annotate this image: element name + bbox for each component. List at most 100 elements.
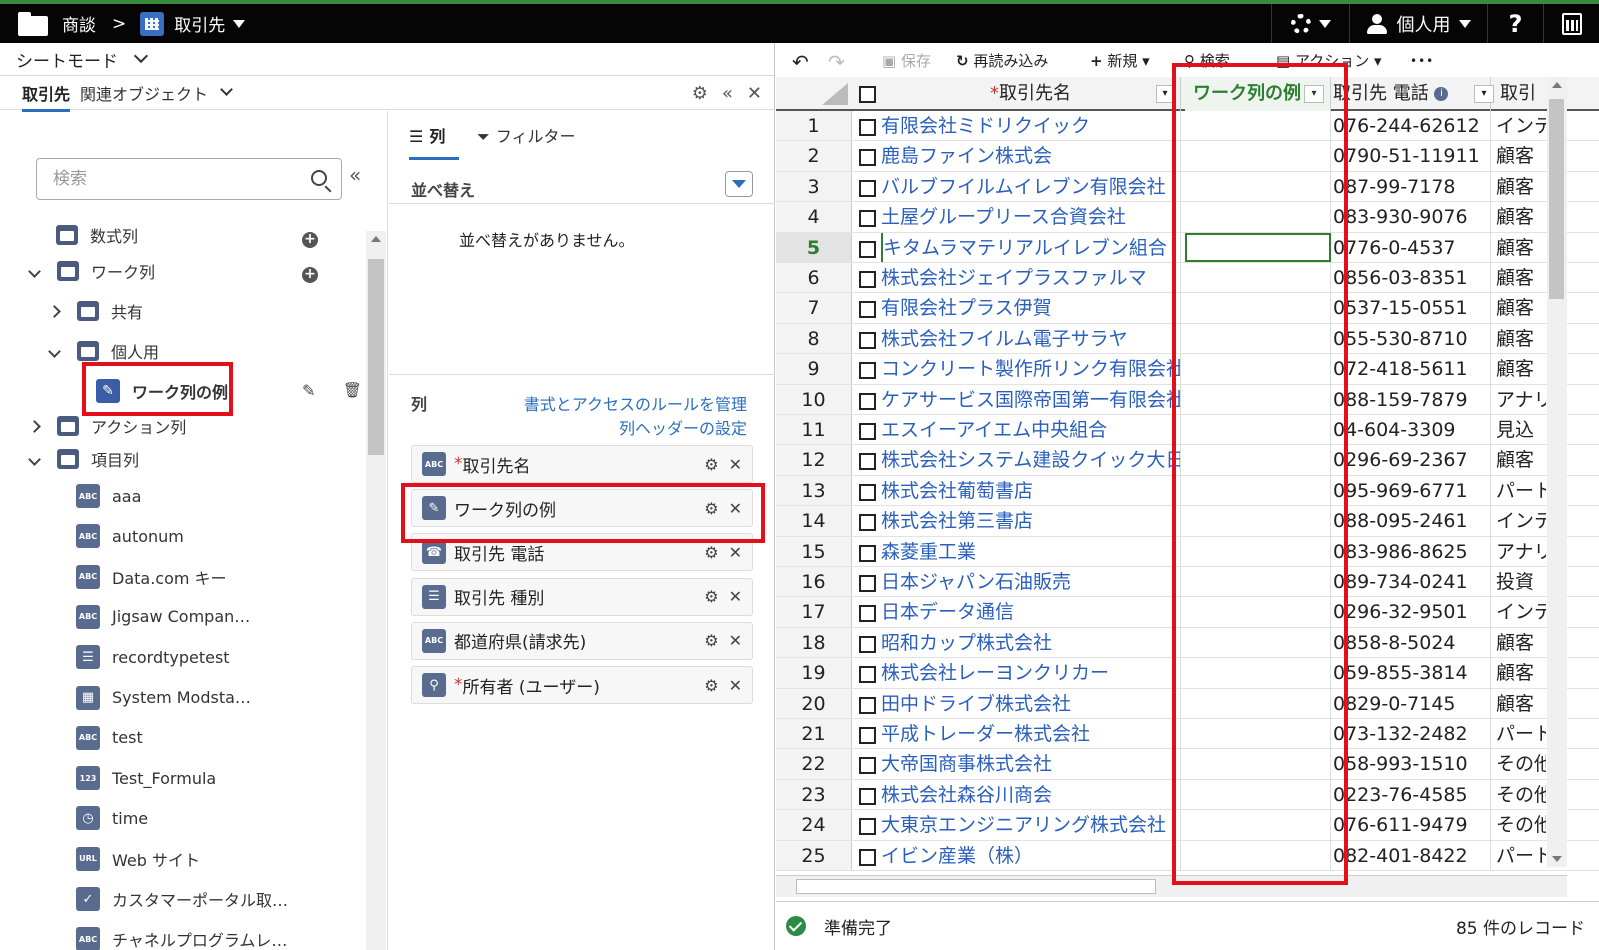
row-checkbox[interactable] — [859, 635, 876, 653]
type-cell[interactable]: 見込 — [1496, 415, 1546, 444]
phone-cell[interactable]: 083-930-9076 — [1333, 202, 1491, 232]
phone-cell[interactable]: 0296-69-2367 — [1333, 445, 1491, 475]
account-name-cell[interactable]: ケアサービス国際帝国第一有限会社 — [881, 384, 1181, 414]
tree-item-work-columns[interactable]: ワーク列 — [28, 256, 155, 286]
account-name-cell[interactable]: 株式会社レーヨンクリカー — [881, 658, 1181, 688]
row-checkbox[interactable] — [859, 696, 876, 714]
row-number[interactable]: 11 — [776, 415, 852, 445]
scroll-thumb[interactable] — [796, 879, 1156, 894]
row-checkbox[interactable] — [859, 727, 876, 744]
undo-icon[interactable]: ↶ — [792, 50, 809, 74]
account-name-cell[interactable]: 昭和カップ株式会社 — [881, 627, 1181, 658]
account-name-cell[interactable]: イビン産業（株） — [881, 840, 1181, 870]
row-checkbox[interactable] — [859, 544, 876, 562]
type-cell[interactable]: 顧客 — [1496, 658, 1546, 687]
row-checkbox[interactable] — [859, 453, 876, 471]
phone-cell[interactable]: 0776-0-4537 — [1333, 232, 1491, 262]
row-checkbox[interactable] — [859, 301, 876, 319]
phone-cell[interactable]: 076-244-62612 — [1333, 111, 1491, 141]
row-checkbox[interactable] — [859, 331, 876, 349]
phone-cell[interactable]: 073-132-2482 — [1333, 719, 1491, 749]
account-name-cell[interactable]: 田中ドライブ株式会社 — [881, 688, 1181, 718]
account-name-cell[interactable]: 森菱重工業 — [881, 536, 1181, 566]
chevron-down-icon[interactable] — [28, 264, 41, 278]
close-icon[interactable]: ✕ — [729, 543, 742, 562]
gear-icon[interactable]: ⚙ — [704, 587, 718, 606]
phone-cell[interactable]: 0858-8-5024 — [1333, 627, 1491, 658]
settings-menu-button[interactable] — [1271, 4, 1349, 43]
edit-icon[interactable]: ✎ — [302, 381, 315, 400]
row-number[interactable]: 6 — [776, 263, 852, 293]
close-icon[interactable]: ✕ — [729, 587, 742, 606]
row-number[interactable]: 19 — [776, 658, 852, 688]
scroll-up-icon[interactable] — [371, 236, 381, 242]
field-item[interactable]: ▦ System Modsta… — [76, 683, 251, 713]
row-checkbox[interactable] — [859, 240, 876, 258]
row-checkbox[interactable] — [859, 423, 876, 440]
chevron-down-icon[interactable] — [233, 19, 246, 28]
row-checkbox[interactable] — [859, 362, 876, 380]
column-item[interactable]: ABC 都道府県(請求先) ⚙ ✕ — [411, 621, 753, 660]
account-name-cell[interactable]: 大帝国商事株式会社 — [881, 749, 1181, 779]
account-name-cell[interactable]: 日本データ通信 — [881, 597, 1181, 627]
tree-item-formula-columns[interactable]: 数式列 — [56, 220, 138, 250]
field-item[interactable]: ✓ カスタマーポータル取… — [76, 884, 288, 914]
row-checkbox[interactable] — [859, 392, 876, 410]
collapse-panel-icon[interactable]: « — [349, 163, 361, 187]
reload-button[interactable]: ↻ 再読み込み — [956, 50, 1048, 71]
gear-icon[interactable]: ⚙ — [704, 631, 718, 650]
add-icon[interactable]: + — [302, 232, 318, 248]
trash-icon[interactable]: 🗑 — [343, 381, 362, 399]
row-checkbox[interactable] — [859, 119, 876, 136]
phone-cell[interactable]: 089-734-0241 — [1333, 567, 1491, 597]
phone-cell[interactable]: 072-418-5611 — [1333, 354, 1491, 384]
row-number[interactable]: 1 — [776, 111, 852, 141]
gear-icon[interactable]: ⚙ — [704, 543, 718, 562]
account-name-cell[interactable]: エスイーアイエム中央組合 — [881, 415, 1181, 445]
tree-item-field-columns[interactable]: 項目列 — [28, 444, 139, 474]
field-item[interactable]: ◷ time — [76, 803, 148, 833]
sort-add-button[interactable] — [725, 171, 753, 197]
tab-columns[interactable]: ☰ 列 — [409, 123, 459, 160]
row-number[interactable]: 25 — [776, 840, 852, 870]
row-number[interactable]: 15 — [776, 536, 852, 566]
close-icon[interactable]: ✕ — [729, 455, 742, 474]
chevron-down-icon[interactable] — [28, 452, 41, 466]
row-checkbox[interactable] — [859, 818, 876, 836]
add-icon[interactable]: + — [302, 267, 318, 283]
header-phone[interactable]: 取引先 電話 i ▾ — [1333, 77, 1494, 111]
row-number[interactable]: 18 — [776, 627, 852, 658]
scroll-thumb[interactable] — [368, 259, 384, 455]
row-number[interactable]: 12 — [776, 445, 852, 475]
account-name-cell[interactable]: 土屋グループリース合資会社 — [881, 202, 1181, 232]
phone-cell[interactable]: 0856-03-8351 — [1333, 263, 1491, 293]
header-checkbox[interactable] — [859, 86, 876, 103]
tree-item-shared[interactable]: 共有 — [48, 296, 143, 326]
phone-cell[interactable]: 088-095-2461 — [1333, 506, 1491, 536]
phone-cell[interactable]: 082-401-8422 — [1333, 840, 1491, 870]
type-cell[interactable]: 顧客 — [1496, 689, 1546, 718]
row-number[interactable]: 10 — [776, 384, 852, 414]
type-cell[interactable]: その他 — [1496, 749, 1546, 778]
phone-cell[interactable]: 04-604-3309 — [1333, 415, 1491, 445]
view-menu-button[interactable]: 個人用 — [1349, 4, 1487, 43]
gear-icon[interactable]: ⚙ — [704, 455, 718, 474]
row-checkbox[interactable] — [859, 210, 876, 228]
type-cell[interactable]: アナリ — [1496, 385, 1546, 414]
account-name-cell[interactable]: 大東京エンジニアリング株式会社 — [881, 810, 1181, 840]
type-cell[interactable]: 顧客 — [1496, 324, 1546, 353]
row-number[interactable]: 17 — [776, 597, 852, 627]
phone-cell[interactable]: 0790-51-11911 — [1333, 141, 1491, 171]
header-type[interactable]: 取引 — [1500, 77, 1546, 111]
account-name-cell[interactable]: 株式会社システム建設クイック大日本 — [881, 445, 1181, 475]
type-cell[interactable]: その他 — [1496, 810, 1546, 839]
phone-cell[interactable]: 087-99-7178 — [1333, 171, 1491, 202]
row-number[interactable]: 22 — [776, 749, 852, 779]
field-item[interactable]: ABC チャネルプログラムレ… — [76, 924, 287, 950]
redo-icon[interactable]: ↷ — [828, 50, 845, 74]
phone-cell[interactable]: 059-855-3814 — [1333, 658, 1491, 688]
type-cell[interactable]: 顧客 — [1496, 628, 1546, 657]
type-cell[interactable]: 顧客 — [1496, 202, 1546, 231]
field-item[interactable]: ABC test — [76, 723, 143, 753]
search-icon[interactable] — [311, 170, 327, 186]
